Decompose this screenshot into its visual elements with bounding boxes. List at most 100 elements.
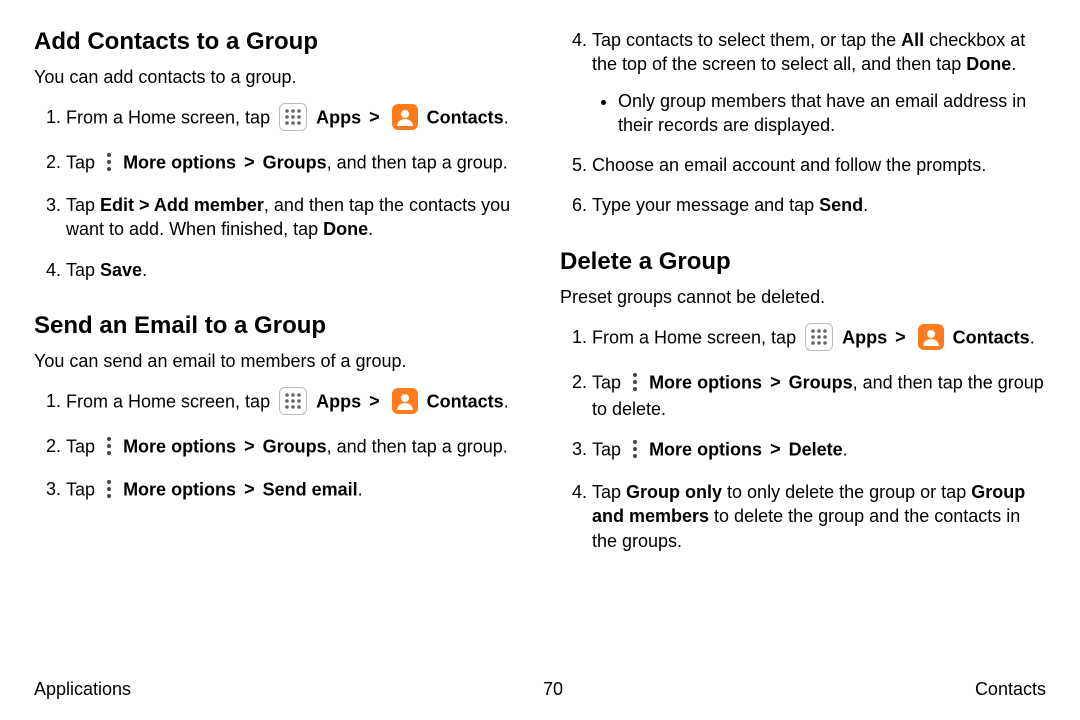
separator: > [366, 391, 383, 411]
step: Tap More options > Send email. [66, 477, 520, 504]
separator: > [366, 107, 383, 127]
text: . [358, 479, 363, 499]
contacts-label: Contacts [953, 327, 1030, 347]
steps-add-contacts: From a Home screen, tap Apps > Contacts.… [34, 103, 520, 282]
more-options-label: More options [123, 479, 236, 499]
step: From a Home screen, tap Apps > Contacts. [592, 323, 1046, 354]
step: Tap More options > Groups, and then tap … [66, 434, 520, 461]
left-column: Add Contacts to a Group You can add cont… [34, 28, 520, 675]
done-label: Done [323, 219, 368, 239]
text: . [142, 260, 147, 280]
contacts-icon [918, 324, 944, 350]
step: Tap contacts to select them, or tap the … [592, 28, 1046, 137]
apps-icon [805, 323, 833, 351]
apps-icon [279, 103, 307, 131]
heading-add-contacts: Add Contacts to a Group [34, 28, 520, 57]
text: . [504, 391, 509, 411]
heading-delete-group: Delete a Group [560, 248, 1046, 277]
steps-delete-group: From a Home screen, tap Apps > Contacts.… [560, 323, 1046, 553]
apps-label: Apps [842, 327, 887, 347]
steps-send-email-continued: Tap contacts to select them, or tap the … [560, 28, 1046, 218]
separator: > [767, 372, 784, 392]
separator: > [241, 436, 258, 456]
footer-left: Applications [34, 679, 131, 700]
text: . [843, 439, 848, 459]
text: Tap [66, 260, 100, 280]
contacts-icon [392, 388, 418, 414]
group-only-label: Group only [626, 482, 722, 502]
groups-label: Groups [263, 152, 327, 172]
text: Tap [66, 436, 95, 456]
step: Tap More options > Delete. [592, 437, 1046, 464]
bullet: Only group members that have an email ad… [618, 89, 1046, 138]
groups-label: Groups [789, 372, 853, 392]
text: . [1030, 327, 1035, 347]
more-options-label: More options [123, 152, 236, 172]
step: From a Home screen, tap Apps > Contacts. [66, 387, 520, 418]
more-options-label: More options [649, 372, 762, 392]
text: From a Home screen, tap [66, 107, 270, 127]
step: Tap More options > Groups, and then tap … [592, 370, 1046, 421]
separator: > [241, 479, 258, 499]
text: to only delete the group or tap [722, 482, 971, 502]
apps-label: Apps [316, 391, 361, 411]
add-member-label: Add member [154, 195, 264, 215]
page-number: 70 [543, 679, 563, 700]
step: Tap Group only to only delete the group … [592, 480, 1046, 553]
intro-delete-group: Preset groups cannot be deleted. [560, 285, 1046, 309]
apps-label: Apps [316, 107, 361, 127]
footer: Applications 70 Contacts [34, 675, 1046, 700]
separator: > [892, 327, 909, 347]
text: Tap [592, 439, 621, 459]
text: . [1011, 54, 1016, 74]
footer-right: Contacts [975, 679, 1046, 700]
sub-bullets: Only group members that have an email ad… [592, 89, 1046, 138]
all-label: All [901, 30, 924, 50]
text: . [368, 219, 373, 239]
intro-add-contacts: You can add contacts to a group. [34, 65, 520, 89]
separator: > [134, 195, 154, 215]
text: , and then tap a group. [327, 152, 508, 172]
heading-send-email: Send an Email to a Group [34, 312, 520, 341]
contacts-label: Contacts [427, 107, 504, 127]
edit-label: Edit [100, 195, 134, 215]
more-options-icon [628, 437, 642, 461]
page: Add Contacts to a Group You can add cont… [0, 0, 1080, 720]
text: Tap [66, 195, 100, 215]
more-options-icon [102, 434, 116, 458]
columns: Add Contacts to a Group You can add cont… [34, 28, 1046, 675]
text: From a Home screen, tap [592, 327, 796, 347]
intro-send-email: You can send an email to members of a gr… [34, 349, 520, 373]
more-options-icon [628, 370, 642, 394]
text: Tap [592, 372, 621, 392]
separator: > [767, 439, 784, 459]
groups-label: Groups [263, 436, 327, 456]
step: Type your message and tap Send. [592, 193, 1046, 217]
step: Choose an email account and follow the p… [592, 153, 1046, 177]
separator: > [241, 152, 258, 172]
steps-send-email: From a Home screen, tap Apps > Contacts.… [34, 387, 520, 504]
step: From a Home screen, tap Apps > Contacts. [66, 103, 520, 134]
contacts-label: Contacts [427, 391, 504, 411]
text: From a Home screen, tap [66, 391, 270, 411]
more-options-icon [102, 150, 116, 174]
send-email-label: Send email [263, 479, 358, 499]
step: Tap Save. [66, 258, 520, 282]
text: Type your message and tap [592, 195, 819, 215]
done-label: Done [966, 54, 1011, 74]
text: Tap contacts to select them, or tap the [592, 30, 901, 50]
apps-icon [279, 387, 307, 415]
more-options-label: More options [649, 439, 762, 459]
contacts-icon [392, 104, 418, 130]
text: Tap [66, 152, 95, 172]
send-label: Send [819, 195, 863, 215]
right-column: Tap contacts to select them, or tap the … [560, 28, 1046, 675]
more-options-icon [102, 477, 116, 501]
more-options-label: More options [123, 436, 236, 456]
text: . [863, 195, 868, 215]
save-label: Save [100, 260, 142, 280]
step: Tap Edit > Add member, and then tap the … [66, 193, 520, 242]
text: , and then tap a group. [327, 436, 508, 456]
delete-label: Delete [789, 439, 843, 459]
step: Tap More options > Groups, and then tap … [66, 150, 520, 177]
